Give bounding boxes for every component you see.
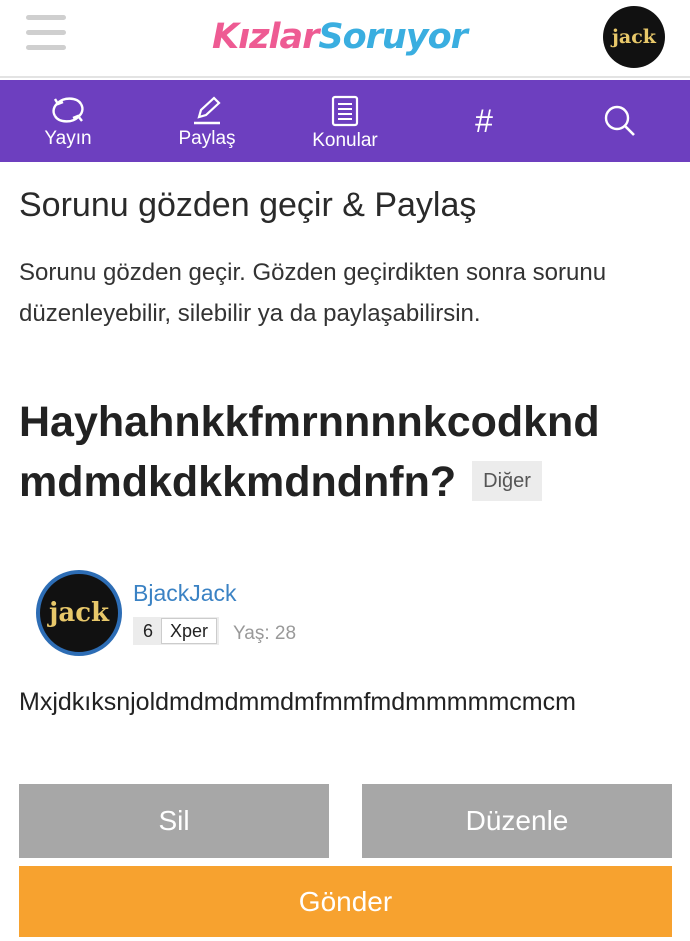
xper-badge: 6 Xper bbox=[133, 617, 220, 645]
author-name-link[interactable]: BjackJack bbox=[133, 580, 237, 607]
category-badge[interactable]: Diğer bbox=[472, 460, 542, 501]
nav-item-hash[interactable]: # bbox=[454, 80, 514, 162]
search-icon bbox=[604, 105, 635, 136]
send-button[interactable]: Gönder bbox=[19, 866, 672, 937]
profile-avatar[interactable]: jack bbox=[603, 6, 665, 68]
xper-level: 6 bbox=[143, 620, 154, 641]
top-header: KızlarSoruyor jack bbox=[0, 0, 690, 78]
nav-label: Paylaş bbox=[178, 128, 236, 149]
question-title: Hayhahnkkfmrnnnnkcodknd mdmdkdkkmdndnfn?… bbox=[19, 392, 679, 512]
menu-icon[interactable] bbox=[26, 15, 66, 51]
nav-item-search[interactable] bbox=[590, 80, 650, 162]
author-avatar[interactable]: jack bbox=[36, 570, 122, 656]
document-list-icon bbox=[331, 95, 359, 127]
refresh-icon bbox=[52, 97, 84, 123]
nav-item-yayin[interactable]: Yayın bbox=[28, 80, 108, 162]
nav-label: Konular bbox=[312, 130, 378, 151]
main-nav: Yayın Paylaş Konular # bbox=[0, 80, 690, 162]
site-logo[interactable]: KızlarSoruyor bbox=[212, 12, 468, 62]
edit-button[interactable]: Düzenle bbox=[362, 784, 672, 858]
nav-item-paylas[interactable]: Paylaş bbox=[164, 80, 250, 162]
hash-icon: # bbox=[475, 103, 493, 139]
author-age: Yaş: 28 bbox=[233, 623, 297, 644]
question-body: Mxjdkıksnjoldmdmdmmdmfmmfmdmmmmmcmcm bbox=[19, 688, 576, 716]
nav-label: Yayın bbox=[44, 128, 92, 149]
xper-label: Xper bbox=[161, 618, 218, 644]
delete-button[interactable]: Sil bbox=[19, 784, 329, 858]
nav-item-konular[interactable]: Konular bbox=[300, 80, 390, 162]
page-intro: Sorunu gözden geçir. Gözden geçirdikten … bbox=[19, 259, 607, 327]
pencil-icon bbox=[194, 96, 221, 125]
page-title: Sorunu gözden geçir & Paylaş bbox=[19, 186, 477, 224]
